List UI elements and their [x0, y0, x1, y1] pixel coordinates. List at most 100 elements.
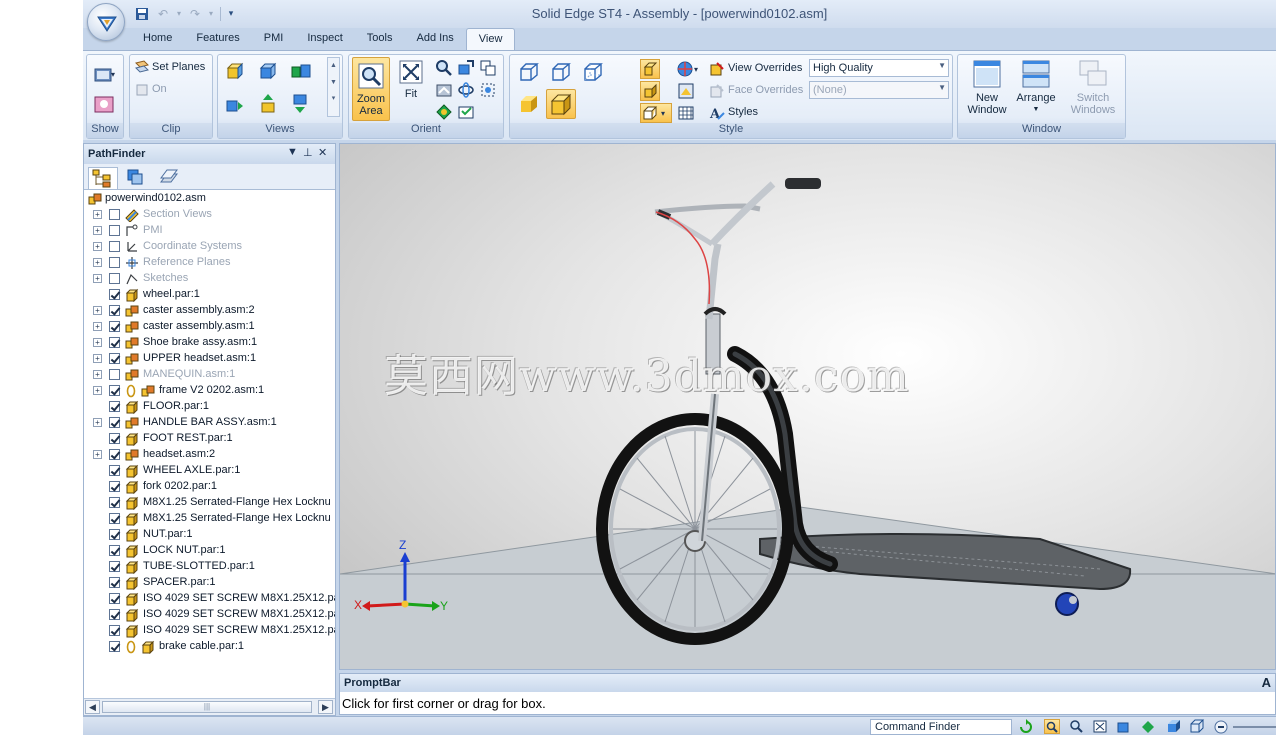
tree-item[interactable]: ISO 4029 SET SCREW M8X1.25X12.par [84, 591, 335, 607]
visibility-checkbox[interactable] [109, 561, 120, 572]
shaded-with-edges-cube-icon[interactable] [546, 89, 576, 119]
tree-item[interactable]: + frame V2 0202.asm:1 [84, 383, 335, 399]
new-window-button[interactable]: New Window [962, 59, 1012, 121]
tab-assembly-tree[interactable] [88, 167, 118, 189]
previous-view-icon[interactable] [479, 59, 497, 77]
rotate-icon[interactable] [457, 81, 475, 99]
close-icon[interactable]: ✕ [318, 146, 327, 159]
visibility-checkbox[interactable] [109, 529, 120, 540]
floor-grid-icon[interactable] [676, 103, 696, 123]
expand-icon[interactable]: + [93, 258, 102, 267]
zoom-slider[interactable] [1233, 726, 1276, 728]
expand-icon[interactable]: + [93, 274, 102, 283]
show-toggle-icon[interactable] [94, 95, 114, 115]
named-views-icon[interactable] [457, 103, 475, 121]
styles-button[interactable]: Styles [728, 106, 758, 118]
tab-view[interactable]: View [465, 28, 516, 50]
tree-item[interactable]: + Sketches [84, 271, 335, 287]
visibility-checkbox[interactable] [109, 545, 120, 556]
zoom-area-button[interactable]: Zoom Area [352, 57, 390, 121]
visibility-checkbox[interactable] [109, 641, 120, 652]
undo-icon[interactable]: ↶ [154, 6, 172, 22]
face-overrides-select[interactable]: (None) ▼ [809, 81, 949, 99]
expand-icon[interactable]: + [93, 450, 102, 459]
status-zoom-area-icon[interactable] [1044, 719, 1060, 734]
status-rotate-icon[interactable] [1140, 719, 1156, 734]
visibility-checkbox[interactable] [109, 609, 120, 620]
shaded-cube-icon[interactable] [518, 93, 538, 113]
tree-root[interactable]: powerwind0102.asm [84, 191, 335, 207]
status-view-style-icon[interactable] [1189, 719, 1205, 734]
view-bottom-icon[interactable] [258, 93, 278, 113]
wireframe-cube-icon[interactable] [518, 61, 539, 81]
expand-icon[interactable]: + [93, 242, 102, 251]
tree-item[interactable]: + MANEQUIN.asm:1 [84, 367, 335, 383]
visibility-checkbox[interactable] [109, 449, 120, 460]
visibility-checkbox[interactable] [109, 401, 120, 412]
tree-item[interactable]: ISO 4029 SET SCREW M8X1.25X12.par [84, 607, 335, 623]
set-planes-button[interactable]: Set Planes [152, 61, 205, 73]
visibility-checkbox[interactable] [109, 209, 120, 220]
sketch-view-icon[interactable] [435, 81, 453, 99]
tree-item[interactable]: + HANDLE BAR ASSY.asm:1 [84, 415, 335, 431]
visibility-checkbox[interactable] [109, 257, 120, 268]
expand-icon[interactable]: + [93, 418, 102, 427]
tab-layers[interactable] [122, 167, 152, 189]
undo-dropdown-icon[interactable]: ▾ [175, 6, 183, 22]
scroll-left-icon[interactable]: ◀ [85, 700, 100, 714]
command-finder-input[interactable]: Command Finder [870, 719, 1012, 735]
tree-item[interactable]: + headset.asm:2 [84, 447, 335, 463]
visibility-checkbox[interactable] [109, 497, 120, 508]
tree-item[interactable]: FLOOR.par:1 [84, 399, 335, 415]
tab-tools[interactable]: Tools [355, 28, 405, 50]
tree-item[interactable]: NUT.par:1 [84, 527, 335, 543]
visibility-checkbox[interactable] [109, 241, 120, 252]
tree-item[interactable]: + Reference Planes [84, 255, 335, 271]
visibility-checkbox[interactable] [109, 481, 120, 492]
visibility-checkbox[interactable] [109, 577, 120, 588]
tree-item[interactable]: ISO 4029 SET SCREW M8X1.25X12.par [84, 623, 335, 639]
visibility-checkbox[interactable] [109, 625, 120, 636]
application-button[interactable] [87, 3, 125, 41]
visibility-checkbox[interactable] [109, 289, 120, 300]
view-style-dropdown-icon[interactable]: ▾ [640, 103, 672, 123]
visibility-checkbox[interactable] [109, 417, 120, 428]
render-globe-icon[interactable]: ▾ [676, 59, 702, 79]
visibility-checkbox[interactable] [109, 465, 120, 476]
tab-sensors[interactable] [156, 167, 186, 189]
tree-item[interactable]: fork 0202.par:1 [84, 479, 335, 495]
tree-item[interactable]: TUBE-SLOTTED.par:1 [84, 559, 335, 575]
visibility-checkbox[interactable] [109, 321, 120, 332]
view-front-icon[interactable] [258, 61, 278, 81]
visibility-checkbox[interactable] [109, 433, 120, 444]
panel-menu-icon[interactable]: ▼ [287, 146, 298, 158]
visibility-checkbox[interactable] [109, 353, 120, 364]
tree-item[interactable]: SPACER.par:1 [84, 575, 335, 591]
switch-windows-button[interactable]: Switch Windows [1064, 59, 1122, 121]
tab-inspect[interactable]: Inspect [295, 28, 354, 50]
expand-icon[interactable]: + [93, 322, 102, 331]
scroll-thumb[interactable]: ||| [102, 701, 312, 713]
view-back-icon[interactable] [290, 93, 310, 113]
tree-item[interactable]: + Shoe brake assy.asm:1 [84, 335, 335, 351]
refresh-icon[interactable] [1018, 719, 1034, 734]
tree-item[interactable]: + PMI [84, 223, 335, 239]
visibility-checkbox[interactable] [109, 273, 120, 284]
view-overrides-select[interactable]: High Quality ▼ [809, 59, 949, 77]
tree-item[interactable]: M8X1.25 Serrated-Flange Hex Locknu [84, 511, 335, 527]
visibility-checkbox[interactable] [109, 369, 120, 380]
tree-item[interactable]: + caster assembly.asm:1 [84, 319, 335, 335]
visibility-checkbox[interactable] [109, 593, 120, 604]
expand-icon[interactable]: + [93, 210, 102, 219]
arrange-button[interactable]: Arrange ▼ [1012, 59, 1060, 121]
expand-icon[interactable]: + [93, 306, 102, 315]
visibility-checkbox[interactable] [109, 385, 120, 396]
tree-item[interactable]: M8X1.25 Serrated-Flange Hex Locknu [84, 495, 335, 511]
visibility-checkbox[interactable] [109, 305, 120, 316]
expand-icon[interactable]: + [93, 370, 102, 379]
tree-item[interactable]: brake cable.par:1 [84, 639, 335, 655]
status-zoom-icon[interactable] [1068, 719, 1084, 734]
status-pan-icon[interactable] [1116, 719, 1132, 734]
tree-item[interactable]: WHEEL AXLE.par:1 [84, 463, 335, 479]
shadow-toggle-icon[interactable] [640, 59, 660, 79]
